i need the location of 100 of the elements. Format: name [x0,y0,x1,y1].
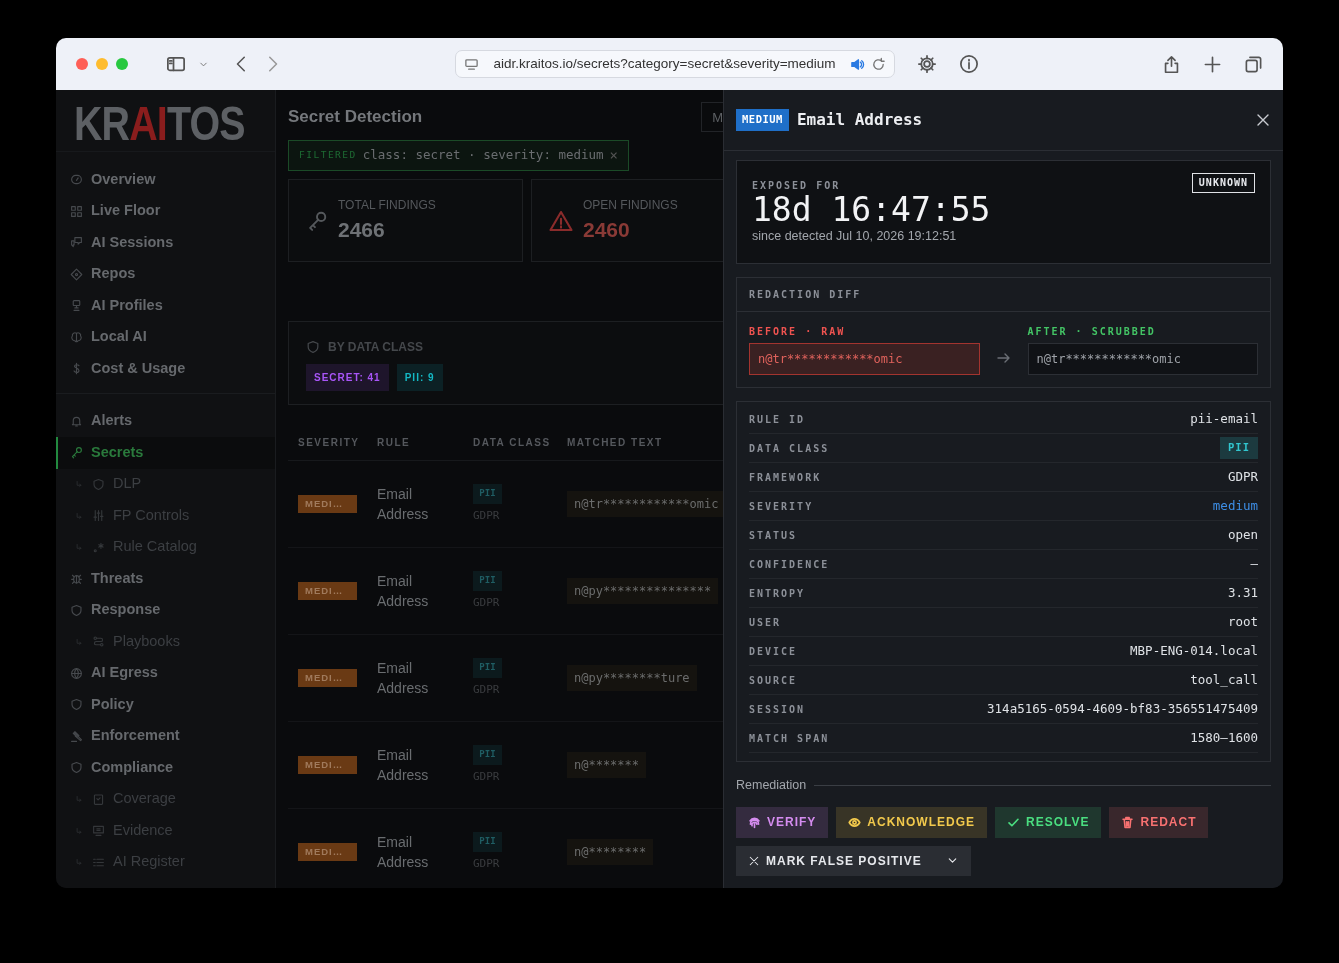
sidebar-item[interactable]: Cost & Usage [56,353,275,385]
filter-chip[interactable]: FILTERED class: secret · severity: medium × [288,140,630,171]
key-icon [70,446,83,460]
detail-label: FRAMEWORK [749,470,822,485]
stat-label: OPEN FINDINGS [583,196,678,214]
close-icon [748,854,760,867]
sidebar-item[interactable]: AI Egress [56,657,275,689]
data-class-tag: PII [473,484,502,504]
sidebar-item[interactable]: Response [56,594,275,626]
url-text: aidr.kraitos.io/secrets?category=secret&severity=medium [492,54,837,73]
detail-value: 3.31 [1227,583,1258,602]
diff-title: REDACTION DIFF [737,278,1270,312]
detail-label: ENTROPY [749,586,806,601]
detail-label: USER [749,615,782,630]
sidebar-item[interactable]: Repos [56,258,275,290]
sub-item-arrow-icon [74,857,84,868]
settings-icon[interactable] [917,54,937,74]
sub-item-arrow-icon [74,794,84,805]
rule-name: Email Address [377,572,430,611]
shield-icon [306,340,320,354]
matched-text: n@******** [567,839,654,865]
detail-label: DEVICE [749,644,798,659]
sub-item-arrow-icon [74,510,84,521]
sidebar-item[interactable]: AI Sessions [56,227,275,259]
tabs-icon[interactable] [1244,54,1263,74]
sidebar-item[interactable]: Overview [56,164,275,196]
bug-icon [70,572,83,586]
detail-label: SOURCE [749,673,798,688]
key-icon [306,209,328,232]
detail-value: medium [1212,496,1258,515]
sidebar-toggle-icon[interactable] [166,54,186,74]
shield-icon [70,698,83,712]
detected-time: since detected Jul 10, 2026 19:12:51 [752,229,958,243]
detail-value: MBP-ENG-014.local [1130,641,1258,660]
sidebar-item[interactable]: Policy [56,689,275,721]
section-title: Remediation [736,777,807,794]
sidebar-item[interactable]: Enforcement [56,720,275,752]
class-count-tag: PII: 9 [396,364,443,391]
class-count-tag: SECRET: 41 [306,364,389,391]
sidebar-item[interactable]: Live Floor [56,195,275,227]
sidebar-item[interactable]: Local AI [56,321,275,353]
address-bar[interactable]: aidr.kraitos.io/secrets?category=secret&severity=medium [455,50,895,78]
detail-label: RULE ID [749,412,806,427]
false-positive-dropdown[interactable]: MARK FALSE POSITIVE [736,845,971,876]
severity-tag: MEDI… [298,756,357,774]
share-icon[interactable] [1162,54,1181,74]
plus-icon[interactable] [1203,54,1222,74]
diamond-icon [70,267,83,281]
shield-icon [70,603,83,617]
before-label: BEFORE · RAW [749,325,847,339]
rule-name: Email Address [377,833,430,872]
detail-value: pii-email [1190,409,1258,428]
reload-icon[interactable] [871,56,886,72]
action-button[interactable]: REDACT [1109,806,1209,838]
chat-icon [70,236,83,250]
action-button[interactable]: ACKNOWLEDGE [836,806,987,838]
detail-value: root [1227,612,1258,631]
page-icon [464,56,479,72]
matched-text: n@******* [567,752,647,778]
severity-tag: MEDI… [298,495,357,513]
close-window-button[interactable] [76,58,88,70]
bell-icon [70,414,83,428]
before-value-field: n@tr************omic [749,343,980,375]
sliders-icon [92,509,105,523]
sidebar-item[interactable]: Compliance [56,752,275,784]
rule-name: Email Address [377,659,430,698]
sub-item-arrow-icon [74,542,84,553]
data-class-tag: PII [473,658,502,678]
exposure-duration: 18d 16:47:55 [752,191,992,229]
detail-label: SESSION [749,702,806,717]
sub-item-arrow-icon [74,479,84,490]
severity-tag: MEDI… [298,843,357,861]
detail-value: tool_call [1190,670,1258,689]
asterisk-icon [92,540,105,554]
detail-value: GDPR [1227,467,1258,486]
after-label: AFTER · SCRUBBED [1027,325,1157,339]
column-header: SEVERITY [298,436,361,450]
detail-label: CONFIDENCE [749,557,830,572]
detail-value: 314a5165-0594-4609-bf83-356551475409 [987,699,1258,718]
speaker-icon[interactable] [850,56,865,72]
after-value-field: n@tr************omic [1027,343,1258,375]
action-button[interactable]: RESOLVE [995,806,1102,838]
detail-value: 1580–1600 [1190,728,1258,747]
close-icon[interactable] [1255,112,1271,128]
drawer-title: Email Address [796,109,924,131]
column-header: RULE [377,436,412,450]
sidebar-item[interactable]: Secrets [56,437,275,469]
sidebar-item[interactable]: Alerts [56,405,275,437]
sidebar-item[interactable]: AI Profiles [56,290,275,322]
detail-value: — [1250,554,1258,573]
action-button[interactable]: VERIFY [736,806,829,838]
info-icon[interactable] [959,54,979,74]
severity-tag: MEDI… [298,669,357,687]
data-class-tag: PII [473,745,502,765]
logo: KRAITOS [74,100,245,148]
globe-icon [70,666,83,680]
sidebar-item[interactable]: Threats [56,563,275,595]
data-class-tag: PII [473,571,502,591]
stat-value: 2460 [583,216,631,243]
grid-icon [70,204,83,218]
